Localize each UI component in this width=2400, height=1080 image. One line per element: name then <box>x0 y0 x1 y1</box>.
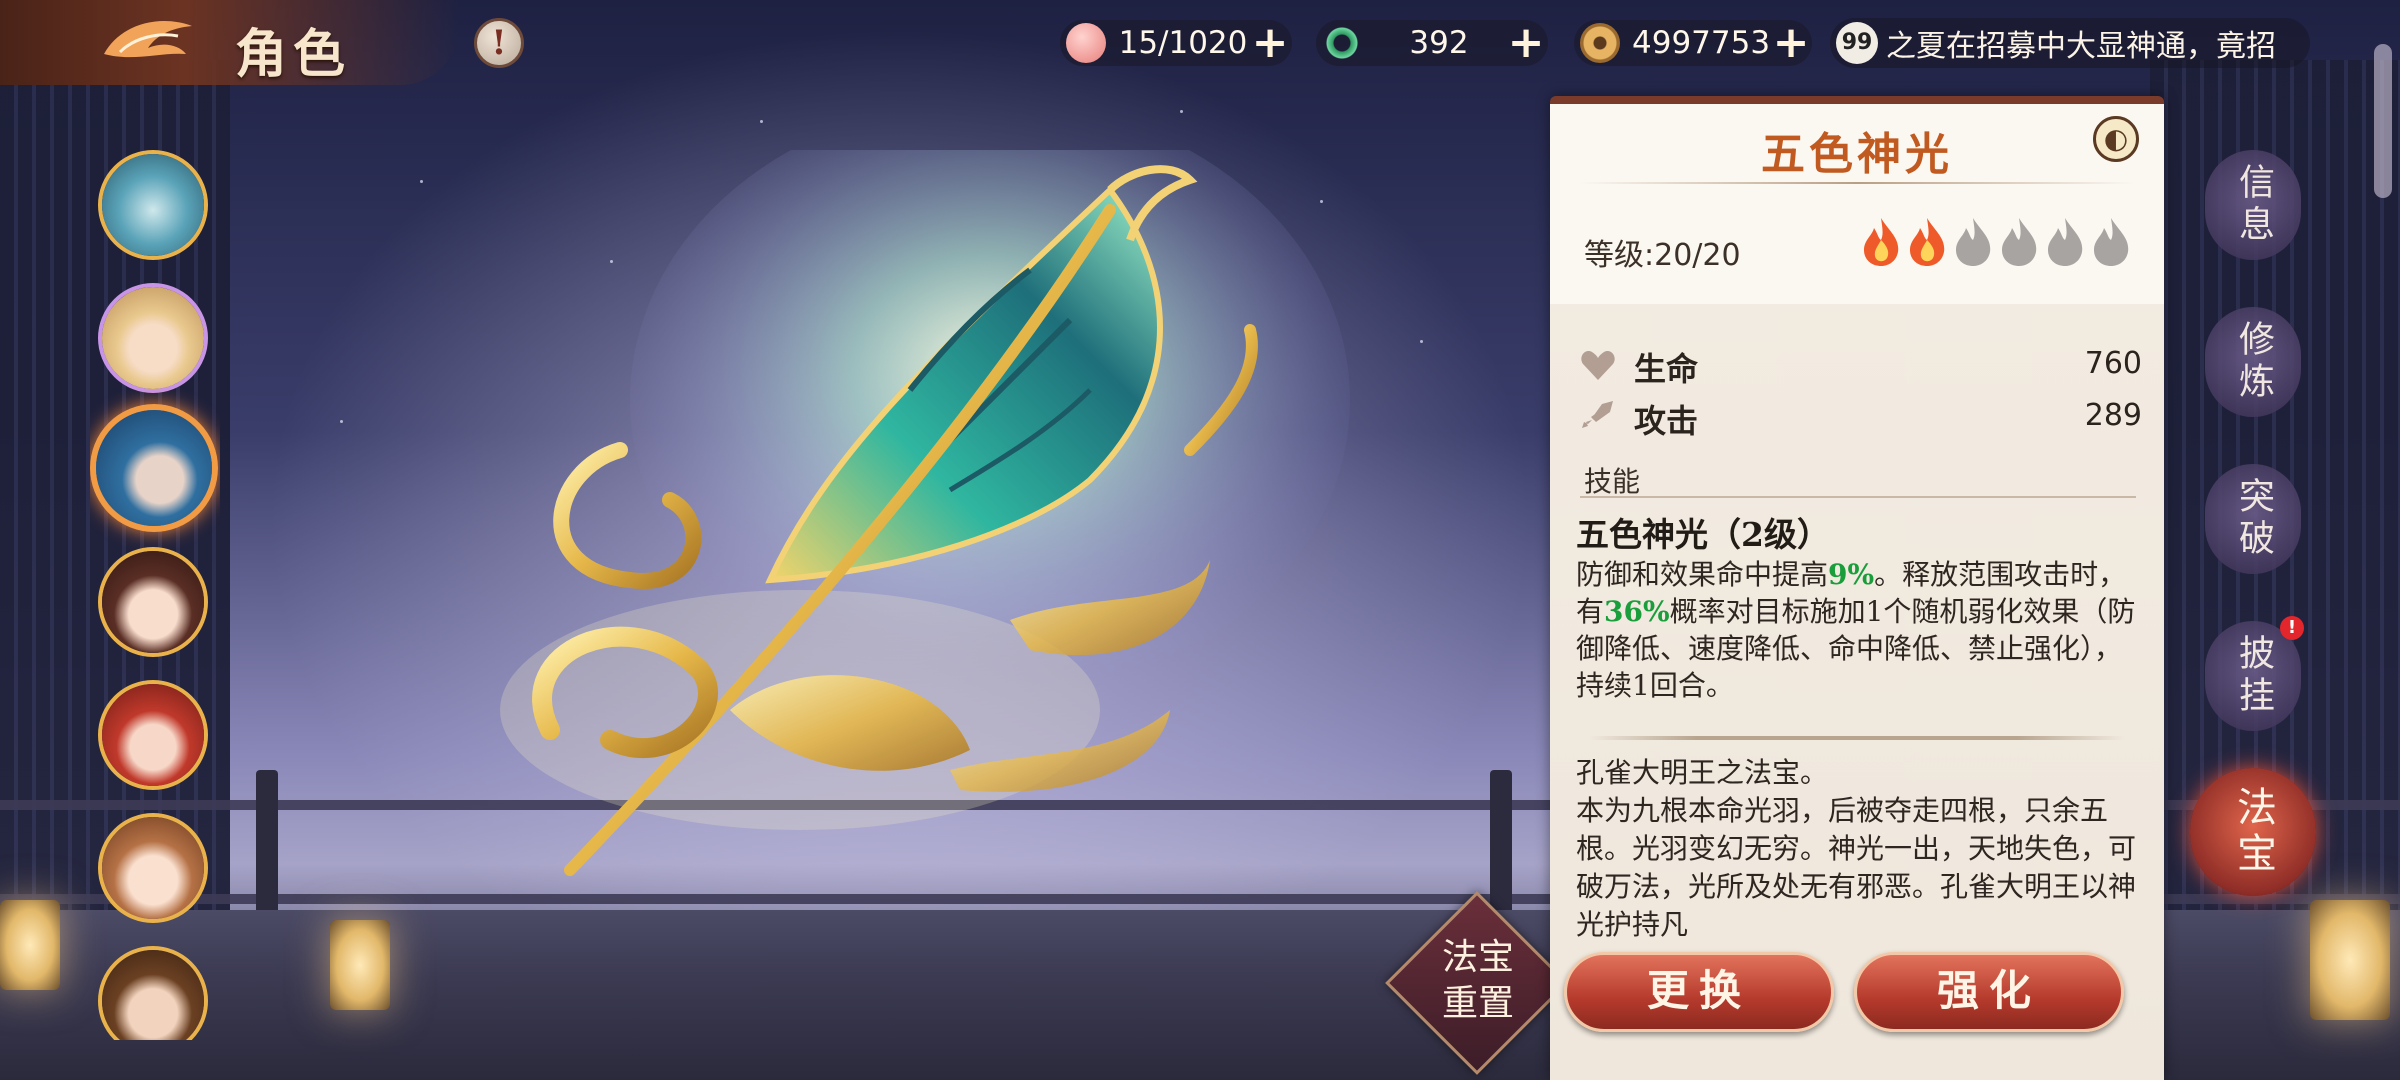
skill-desc-highlight1: 9% <box>1828 558 1875 591</box>
copper-coin-icon <box>1580 23 1620 63</box>
artifact-name: 五色神光 <box>1761 129 1953 180</box>
title-divider <box>1580 182 2134 184</box>
stat-attack-value: 289 <box>2084 398 2142 433</box>
ornament-divider <box>1590 736 2124 740</box>
blue-hair-face <box>96 410 212 526</box>
peach-icon <box>1066 23 1106 63</box>
add-stamina-button[interactable]: + <box>1248 21 1292 65</box>
railing-post <box>256 770 278 920</box>
portrait-boy[interactable] <box>98 946 208 1040</box>
reset-label-line2: 重置 <box>1441 983 1514 1024</box>
stamina-value: 15/1020 <box>1118 25 1248 61</box>
skill-name: 五色神光（2级） <box>1576 515 1830 554</box>
flame-logo-icon <box>104 21 192 58</box>
flame-empty-icon <box>2094 218 2129 266</box>
star <box>1180 110 1183 113</box>
lantern <box>2310 900 2390 1020</box>
star <box>1420 340 1423 343</box>
skill-desc-highlight2: 36% <box>1604 595 1670 628</box>
stat-hp-label: 生命 <box>1634 350 1699 388</box>
stat-hp-value: 760 <box>2084 346 2142 381</box>
resource-jade: 392 + <box>1316 20 1548 66</box>
ticker-text: 之夏在招募中大显神通，竟招 <box>1886 29 2276 64</box>
stat-row-hp: 生命 760 <box>1576 342 2146 388</box>
portrait-auburn-girl[interactable] <box>98 813 208 923</box>
portrait-blue-hair[interactable] <box>90 404 218 532</box>
reset-label-line1: 法宝 <box>1441 937 1514 978</box>
title-banner <box>0 0 460 85</box>
announcement-ticker[interactable]: 99 之夏在招募中大显神通，竟招 <box>1830 18 2310 68</box>
enhance-button[interactable]: 强化 <box>1854 952 2124 1032</box>
artifact-feather-illustration <box>500 150 1350 876</box>
flame-lit-icon <box>1864 218 1899 266</box>
flame-empty-icon <box>1956 218 1991 266</box>
lantern <box>330 920 390 1010</box>
railing-post <box>1490 770 1512 920</box>
skill-desc-part1: 防御和效果命中提高 <box>1576 558 1829 591</box>
broadcast-icon: 99 <box>1836 22 1878 64</box>
jade-ring-icon <box>1322 23 1362 63</box>
star-flames <box>1860 216 2132 268</box>
skill-description: 防御和效果命中提高9%。释放范围攻击时，有36%概率对目标施加1个随机弱化效果（… <box>1576 556 2136 704</box>
page-title: 角色 <box>235 24 352 85</box>
add-jade-button[interactable]: + <box>1504 21 1548 65</box>
skill-section-label: 技能 <box>1584 465 1641 498</box>
auburn-girl-face <box>102 817 204 919</box>
artifact-level: 等级:20/20 <box>1584 238 1741 273</box>
lantern <box>0 900 60 990</box>
flame-empty-icon <box>2002 218 2037 266</box>
artifact-lore: 孔雀大明王之法宝。 本为九根本命光羽，后被夺走四根，只余五根。光羽变幻无穷。神光… <box>1576 756 2137 941</box>
star <box>760 120 763 123</box>
star <box>420 180 423 183</box>
notice-button[interactable]: ! <box>474 18 524 68</box>
resource-stamina: 15/1020 + <box>1060 20 1292 66</box>
tab-info[interactable]: 信息 <box>2205 150 2301 260</box>
jade-value: 392 <box>1409 25 1469 61</box>
replace-button[interactable]: 更换 <box>1564 952 1834 1032</box>
game-scene: 角色 ! 15/1020 + 392 + 4997753 + 99 之夏在招募中… <box>0 0 2400 1080</box>
tab-treasure[interactable]: 法宝 <box>2190 768 2316 896</box>
sword-icon <box>1582 401 1613 428</box>
heart-icon <box>1581 351 1615 380</box>
portrait-red-hair[interactable] <box>98 680 208 790</box>
portrait-blonde-girl[interactable] <box>98 283 208 393</box>
brown-hair-face <box>102 551 204 653</box>
star <box>340 420 343 423</box>
add-coins-button[interactable]: + <box>1770 21 1812 65</box>
equip-alert-badge: ! <box>2280 616 2304 640</box>
stat-row-attack: 攻击 289 <box>1576 394 2146 440</box>
skill-section-divider <box>1580 496 2136 498</box>
dragon-face <box>102 154 204 256</box>
flame-empty-icon <box>2048 218 2083 266</box>
coins-value: 4997753 <box>1632 25 1771 61</box>
tab-cultivate[interactable]: 修炼 <box>2205 307 2301 417</box>
resource-coins: 4997753 + <box>1574 20 1812 66</box>
artifact-info-panel: 五色神光 ◐ 等级:20/20 生命 760 攻击 289 技能 五色神光（2级… <box>1550 96 2164 1080</box>
tab-breakthrough[interactable]: 突破 <box>2205 464 2301 574</box>
flame-lit-icon <box>1910 218 1945 266</box>
swirl-toggle-icon[interactable]: ◐ <box>2093 116 2139 162</box>
artifact-reset-label[interactable]: 法宝 重置 <box>1418 935 1538 1027</box>
character-list[interactable] <box>90 100 220 1040</box>
portrait-brown-hair-girl[interactable] <box>98 547 208 657</box>
stat-attack-label: 攻击 <box>1634 402 1699 440</box>
boy-face <box>102 950 204 1040</box>
blonde-girl-face <box>102 287 204 389</box>
portrait-dragon[interactable] <box>98 150 208 260</box>
red-hair-face <box>102 684 204 786</box>
side-scroll-handle[interactable] <box>2374 44 2392 198</box>
